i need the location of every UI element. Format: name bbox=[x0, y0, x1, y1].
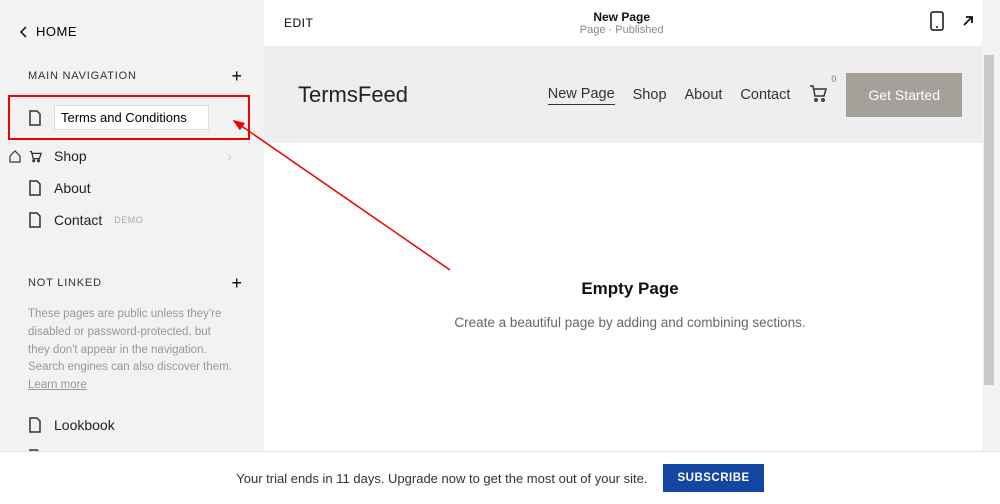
not-linked-header: NOT LINKED + bbox=[0, 264, 260, 302]
page-icon bbox=[28, 417, 42, 433]
add-page-button[interactable]: + bbox=[231, 67, 242, 85]
home-indicator-icon bbox=[8, 149, 22, 163]
cart-icon bbox=[28, 148, 42, 164]
scrollbar-thumb[interactable] bbox=[984, 55, 994, 385]
sidebar-item-shop[interactable]: Shop › bbox=[0, 140, 260, 172]
preview-page-status: Page · Published bbox=[313, 24, 930, 36]
page-canvas[interactable]: Empty Page Create a beautiful page by ad… bbox=[264, 143, 996, 466]
cart-count: 0 bbox=[831, 74, 836, 84]
sidebar-item-label: Lookbook bbox=[54, 417, 115, 433]
nav-link-shop[interactable]: Shop bbox=[633, 87, 667, 103]
chevron-left-icon bbox=[18, 26, 30, 38]
nav-link-new-page[interactable]: New Page bbox=[548, 86, 615, 105]
page-icon bbox=[28, 180, 42, 196]
back-home-button[interactable]: HOME bbox=[0, 18, 260, 57]
open-external-icon[interactable] bbox=[960, 13, 976, 34]
get-started-button[interactable]: Get Started bbox=[846, 73, 962, 117]
page-icon bbox=[28, 212, 42, 228]
demo-badge: DEMO bbox=[114, 215, 143, 225]
subscribe-button[interactable]: SUBSCRIBE bbox=[663, 464, 763, 492]
trial-bar: Your trial ends in 11 days. Upgrade now … bbox=[0, 451, 1000, 504]
empty-page-subtitle: Create a beautiful page by adding and co… bbox=[454, 315, 805, 330]
chevron-right-icon: › bbox=[227, 148, 232, 164]
preview-page-title: New Page bbox=[313, 10, 930, 24]
home-label: HOME bbox=[36, 24, 77, 39]
main-nav-title: MAIN NAVIGATION bbox=[28, 70, 137, 82]
nav-link-about[interactable]: About bbox=[685, 87, 723, 103]
edit-button[interactable]: EDIT bbox=[284, 16, 313, 30]
add-not-linked-button[interactable]: + bbox=[231, 274, 242, 292]
preview-pane: EDIT New Page Page · Published TermsFeed bbox=[260, 0, 1000, 504]
learn-more-link[interactable]: Learn more bbox=[28, 379, 87, 391]
empty-page-title: Empty Page bbox=[581, 279, 678, 299]
sidebar-item-about[interactable]: About bbox=[0, 172, 260, 204]
page-icon bbox=[28, 110, 42, 126]
sidebar-item-label: Shop bbox=[54, 148, 87, 164]
cart-button[interactable]: 0 bbox=[808, 84, 828, 106]
sidebar-item-label: About bbox=[54, 180, 91, 196]
sidebar-item-rename[interactable] bbox=[0, 95, 260, 140]
sidebar-item-label: Contact bbox=[54, 212, 102, 228]
preview-scrollbar[interactable] bbox=[982, 0, 996, 504]
not-linked-title: NOT LINKED bbox=[28, 277, 102, 289]
page-rename-input[interactable] bbox=[54, 105, 209, 130]
main-nav-header: MAIN NAVIGATION + bbox=[0, 57, 260, 95]
not-linked-help-text: These pages are public unless they're di… bbox=[0, 302, 260, 409]
site-nav: New Page Shop About Contact 0 Get Starte… bbox=[548, 73, 962, 117]
sidebar-item-contact[interactable]: Contact DEMO bbox=[0, 204, 260, 236]
sidebar-item-lookbook[interactable]: Lookbook bbox=[0, 409, 260, 441]
sidebar: HOME MAIN NAVIGATION + Shop › About Cont… bbox=[0, 0, 260, 504]
mobile-preview-icon[interactable] bbox=[930, 11, 944, 36]
preview-header: EDIT New Page Page · Published bbox=[264, 0, 996, 47]
trial-message: Your trial ends in 11 days. Upgrade now … bbox=[236, 471, 647, 486]
site-header: TermsFeed New Page Shop About Contact 0 … bbox=[264, 47, 996, 143]
site-brand[interactable]: TermsFeed bbox=[298, 82, 408, 108]
nav-link-contact[interactable]: Contact bbox=[740, 87, 790, 103]
